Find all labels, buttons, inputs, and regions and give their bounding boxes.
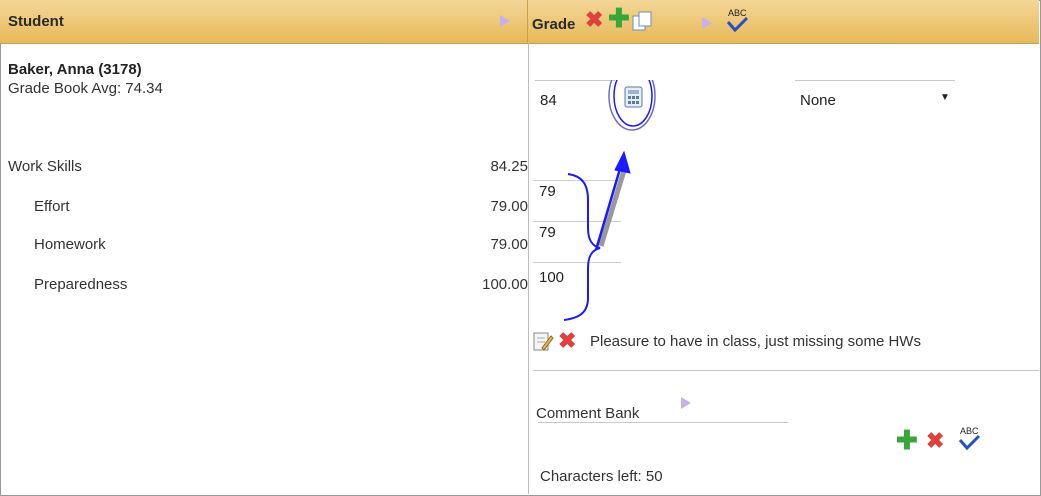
skill-score-preparedness: 100.00 [482, 276, 528, 293]
student-header-title: Student [8, 13, 64, 30]
delete-comment-icon[interactable]: ✖ [558, 330, 576, 352]
skill-label-preparedness: Preparedness [34, 276, 128, 293]
characters-left: Characters left: 50 [540, 468, 663, 485]
spellcheck-icon[interactable]: ABC [724, 6, 750, 34]
dropdown-topline [795, 80, 955, 81]
panel-divider [528, 43, 529, 494]
grade-dropdown[interactable]: None ▼ [800, 92, 960, 109]
comment-divider [533, 370, 1039, 371]
grade-dropdown-value: None [800, 92, 836, 109]
student-header: Student [0, 0, 528, 44]
comment-bank-underline [538, 422, 788, 423]
characters-left-label: Characters left: [540, 468, 642, 485]
characters-left-count: 50 [645, 468, 663, 485]
expand-student-icon[interactable] [500, 15, 510, 27]
skill-score-homework: 79.00 [490, 236, 528, 253]
svg-text:ABC: ABC [960, 426, 979, 436]
comment-spellcheck-icon[interactable]: ABC [956, 424, 982, 452]
copy-icon[interactable] [631, 10, 653, 32]
expand-comment-bank-icon[interactable] [681, 397, 691, 409]
skill-score-work-skills: 84.25 [490, 158, 528, 175]
annotation-circle-outer [608, 80, 656, 131]
grade-header: Grade ✖ ✚ ABC [528, 0, 1039, 44]
skill-label-work-skills: Work Skills [8, 158, 82, 175]
annotation-overlay [563, 80, 656, 321]
comment-bank-label: Comment Bank [536, 405, 640, 422]
skill-label-effort: Effort [34, 198, 70, 215]
skill-label-homework: Homework [34, 236, 106, 253]
add-grade-icon[interactable]: ✚ [608, 5, 630, 31]
chevron-down-icon: ▼ [940, 92, 950, 103]
annotation-circle-inner [613, 80, 653, 127]
annotation-arrow [594, 161, 624, 251]
delete-bank-comment-icon[interactable]: ✖ [926, 430, 944, 452]
expand-grade-icon[interactable] [702, 17, 712, 29]
grade-cell-homework-value: 79 [539, 224, 556, 241]
grade-value-input[interactable]: 84 [540, 92, 557, 109]
comment-text: Pleasure to have in class, just missing … [590, 333, 921, 350]
svg-text:ABC: ABC [728, 8, 747, 18]
skill-score-effort: 79.00 [490, 198, 528, 215]
annotation-arrowhead [614, 150, 631, 174]
gradebook-average: Grade Book Avg: 74.34 [8, 80, 163, 97]
grade-header-title: Grade [532, 16, 576, 33]
annotation-brace [563, 173, 601, 321]
edit-comment-icon[interactable] [532, 330, 554, 352]
student-name: Baker, Anna (3178) [8, 61, 142, 78]
grade-cell-effort-value: 79 [539, 183, 556, 200]
add-comment-icon[interactable]: ✚ [896, 427, 918, 453]
delete-grade-icon[interactable]: ✖ [585, 9, 603, 31]
